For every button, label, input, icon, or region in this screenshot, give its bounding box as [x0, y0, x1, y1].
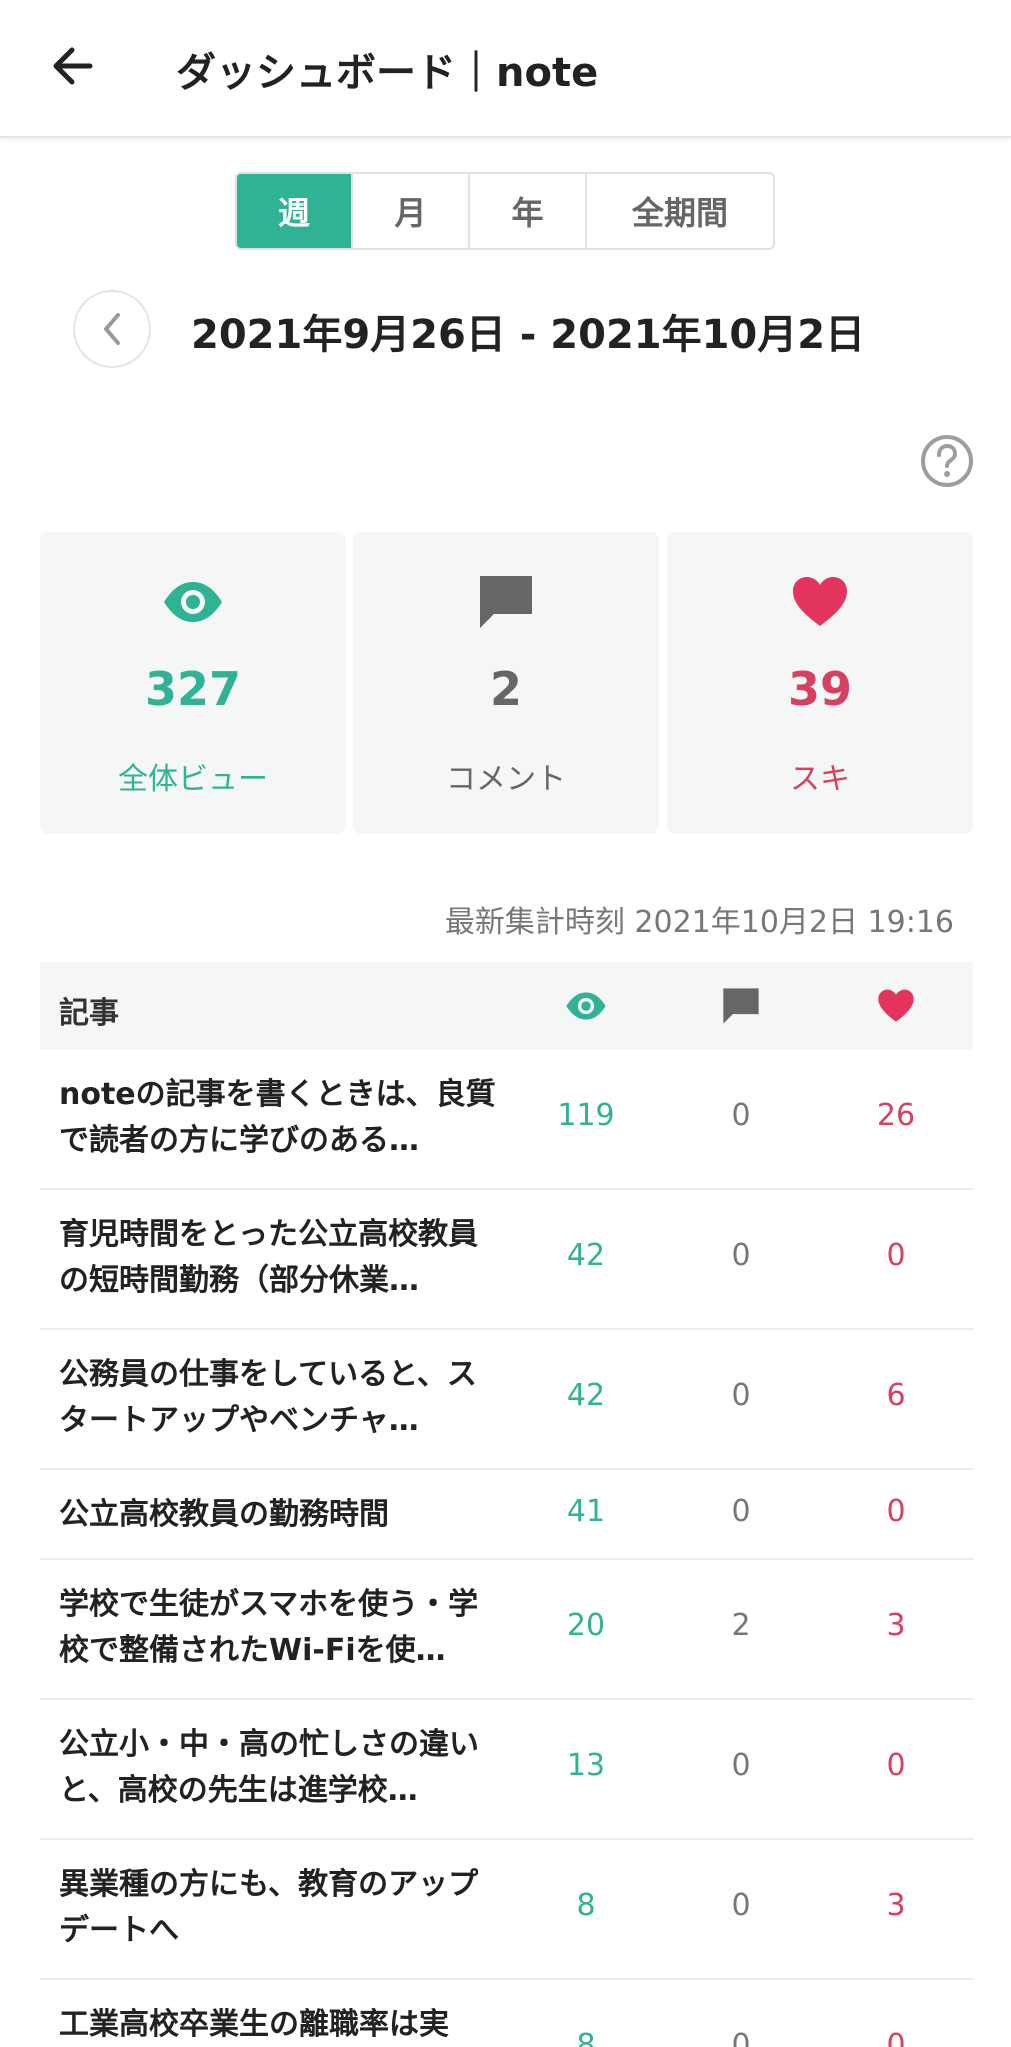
heart-icon: [874, 986, 918, 1026]
likes-value: 0: [886, 1494, 906, 1529]
views-value: 20: [566, 1608, 606, 1643]
back-button[interactable]: [40, 34, 104, 98]
likes-card: 39 スキ: [667, 532, 973, 834]
likes-value: 3: [886, 1888, 906, 1923]
tab-month[interactable]: 月: [353, 174, 470, 248]
page-title: ダッシュボード｜note: [176, 50, 599, 96]
table-row[interactable]: 公立高校教員の勤務時間 41 0 0: [40, 1470, 973, 1560]
views-count: 327: [144, 662, 242, 716]
comments-value: 0: [731, 1494, 751, 1529]
tab-all-time[interactable]: 全期間: [587, 174, 773, 248]
views-value: 42: [566, 1378, 606, 1413]
likes-value: 0: [886, 1748, 906, 1783]
article-title: 異業種の方にも、教育のアップデートへ: [59, 1867, 479, 1948]
table-row[interactable]: 公務員の仕事をしていると、スタートアップやベンチャ… 42 0 6: [40, 1330, 973, 1470]
article-title: 公立小・中・高の忙しさの違いと、高校の先生は進学校…: [59, 1727, 479, 1808]
table-row[interactable]: 異業種の方にも、教育のアップデートへ 8 0 3: [40, 1840, 973, 1980]
article-title: noteの記事を書くときは、良質で読者の方に学びのある…: [59, 1077, 496, 1158]
table-row[interactable]: 工業高校卒業生の離職率は実 8 0 0: [40, 1980, 973, 2047]
arrow-left-icon: [53, 47, 93, 85]
period-tabs: 週 月 年 全期間: [235, 172, 775, 250]
views-value: 42: [566, 1238, 606, 1273]
comment-icon: [474, 570, 538, 634]
views-value: 13: [566, 1748, 606, 1783]
tab-week[interactable]: 週: [237, 174, 353, 248]
likes-value: 0: [886, 2028, 906, 2047]
table-header: 記事: [40, 962, 973, 1050]
comments-label: コメント: [446, 762, 566, 797]
comments-value: 2: [731, 1608, 751, 1643]
views-value: 41: [566, 1494, 606, 1529]
chevron-left-icon: [104, 313, 120, 345]
article-title: 工業高校卒業生の離職率は実: [59, 2007, 449, 2042]
views-card: 327 全体ビュー: [40, 532, 346, 834]
comments-value: 0: [731, 1238, 751, 1273]
app-bar: ダッシュボード｜note: [0, 0, 1011, 138]
table-row[interactable]: noteの記事を書くときは、良質で読者の方に学びのある… 119 0 26: [40, 1050, 973, 1190]
comments-count: 2: [489, 662, 522, 716]
views-value: 8: [576, 2028, 596, 2047]
views-value: 8: [576, 1888, 596, 1923]
table-row[interactable]: 育児時間をとった公立高校教員の短時間勤務（部分休業… 42 0 0: [40, 1190, 973, 1330]
views-label: 全体ビュー: [118, 762, 268, 797]
article-column-header: 記事: [59, 996, 119, 1031]
table-row[interactable]: 学校で生徒がスマホを使う・学校で整備されたWi-Fiを使… 20 2 3: [40, 1560, 973, 1700]
heart-icon: [788, 570, 852, 634]
article-table: 記事 noteの記事を書くときは、良質で読者の方に学びのある… 119 0 26…: [40, 962, 973, 2047]
comments-value: 0: [731, 1098, 751, 1133]
previous-period-button[interactable]: [73, 290, 151, 368]
likes-count: 39: [787, 662, 852, 716]
article-title: 学校で生徒がスマホを使う・学校で整備されたWi-Fiを使…: [59, 1587, 479, 1668]
table-row[interactable]: 公立小・中・高の忙しさの違いと、高校の先生は進学校… 13 0 0: [40, 1700, 973, 1840]
last-updated: 最新集計時刻 2021年10月2日 19:16: [444, 905, 954, 940]
help-button[interactable]: [919, 433, 975, 489]
likes-label: スキ: [790, 762, 850, 797]
comments-value: 0: [731, 1748, 751, 1783]
comments-value: 0: [731, 1888, 751, 1923]
views-value: 119: [557, 1098, 615, 1133]
date-range: 2021年9月26日 - 2021年10月2日: [191, 312, 866, 358]
question-circle-icon: [921, 435, 973, 487]
comments-value: 0: [731, 1378, 751, 1413]
tab-year[interactable]: 年: [470, 174, 587, 248]
likes-value: 3: [886, 1608, 906, 1643]
likes-value: 0: [886, 1238, 906, 1273]
eye-icon: [564, 986, 608, 1026]
article-title: 公務員の仕事をしていると、スタートアップやベンチャ…: [59, 1357, 477, 1438]
comments-value: 0: [731, 2028, 751, 2047]
article-title: 公立高校教員の勤務時間: [59, 1497, 389, 1532]
comment-icon: [719, 986, 763, 1026]
likes-value: 6: [886, 1378, 906, 1413]
comments-card: 2 コメント: [353, 532, 659, 834]
eye-icon: [161, 570, 225, 634]
likes-value: 26: [876, 1098, 916, 1133]
article-title: 育児時間をとった公立高校教員の短時間勤務（部分休業…: [59, 1217, 479, 1298]
